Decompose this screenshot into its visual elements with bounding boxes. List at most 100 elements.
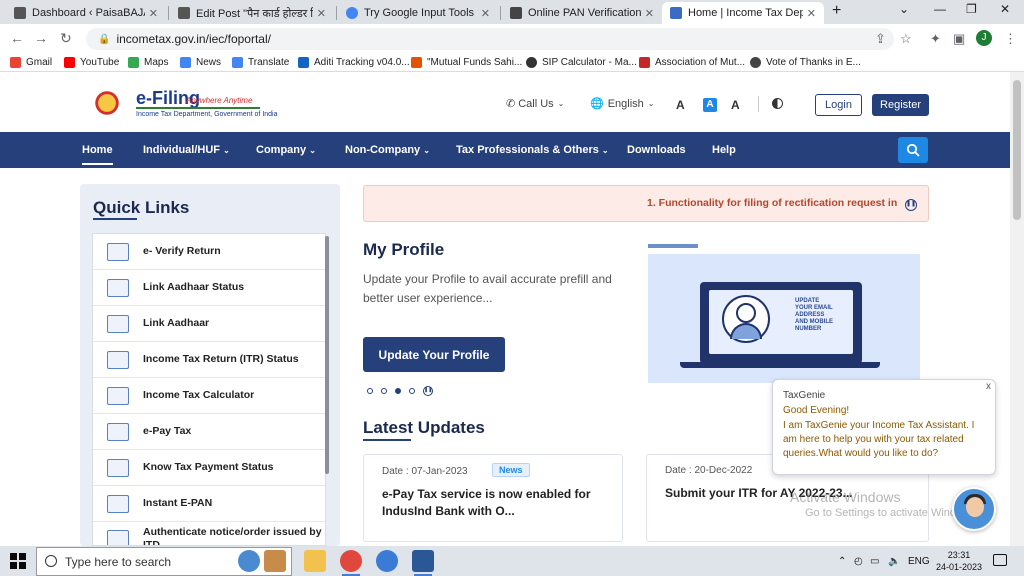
chevron-down-icon: ⌄: [601, 146, 609, 155]
extensions-icon[interactable]: ✦: [930, 31, 941, 47]
pause-icon[interactable]: ❚❚: [905, 199, 917, 211]
reload-icon[interactable]: ↻: [60, 30, 72, 47]
nav-downloads[interactable]: Downloads: [627, 144, 686, 156]
restore-icon[interactable]: ❐: [966, 2, 977, 16]
share-icon[interactable]: ⇪: [875, 31, 886, 47]
globe-app-icon[interactable]: [376, 550, 398, 572]
tab-close-icon[interactable]: ✕: [645, 7, 654, 20]
bookmark-gmail[interactable]: Gmail: [10, 57, 52, 68]
update-profile-button[interactable]: Update Your Profile: [363, 337, 505, 372]
carousel-dot[interactable]: [381, 388, 387, 394]
tab-close-icon[interactable]: ✕: [149, 7, 158, 20]
font-decrease-button[interactable]: A: [676, 98, 685, 112]
battery-icon[interactable]: ▭: [870, 556, 879, 567]
books-icon[interactable]: [264, 550, 286, 572]
register-button[interactable]: Register: [872, 94, 929, 116]
tab-close-icon[interactable]: ✕: [481, 7, 490, 20]
browser-tab[interactable]: Dashboard ‹ PaisaBAJAR.in —✕: [6, 2, 166, 24]
scrollbar-thumb[interactable]: [1013, 80, 1021, 220]
word-icon[interactable]: [412, 550, 434, 576]
quick-link-authenticate[interactable]: Authenticate notice/order issued by ITD: [93, 522, 325, 545]
carousel-dot-active[interactable]: [395, 388, 401, 394]
new-tab-button[interactable]: +: [832, 2, 841, 20]
bookmark-sip[interactable]: SIP Calculator - Ma...: [526, 57, 637, 68]
quick-links-scrollbar[interactable]: [325, 236, 329, 474]
language-indicator[interactable]: ENG: [908, 556, 930, 567]
tab-close-icon[interactable]: ✕: [317, 7, 326, 20]
quick-link-aadhaar[interactable]: Link Aadhaar: [93, 306, 325, 342]
bookmark-youtube[interactable]: YouTube: [64, 57, 119, 68]
carousel-dot[interactable]: [409, 388, 415, 394]
globe-icon: 🌐: [590, 98, 604, 110]
chatbot-avatar[interactable]: [952, 487, 996, 531]
quick-link-epay[interactable]: e-Pay Tax: [93, 414, 325, 450]
quick-link-epan[interactable]: Instant E-PAN: [93, 486, 325, 522]
bookmark-maps[interactable]: Maps: [128, 57, 168, 68]
bookmark-aditi[interactable]: Aditi Tracking v04.0...: [298, 57, 410, 68]
volume-icon[interactable]: 🔈: [888, 556, 900, 567]
meet-icon[interactable]: ◴: [854, 556, 863, 567]
contrast-icon[interactable]: [772, 98, 783, 109]
chrome-icon[interactable]: [340, 550, 362, 576]
verify-icon: [107, 242, 129, 261]
nav-tax-professionals[interactable]: Tax Professionals & Others ⌄: [456, 144, 609, 156]
quick-link-aadhaar-status[interactable]: Link Aadhaar Status: [93, 270, 325, 306]
taskbar-clock[interactable]: 23:31 24-01-2023: [936, 549, 982, 573]
tab-favicon-icon: [178, 7, 190, 19]
monitor-stand: [680, 362, 880, 368]
bookmark-amfi[interactable]: Association of Mut...: [639, 57, 745, 68]
nav-home[interactable]: Home: [82, 144, 113, 165]
notification-icon[interactable]: [993, 554, 1007, 566]
browser-tab[interactable]: Try Google Input Tools onlin✕: [338, 2, 498, 24]
language-select[interactable]: 🌐 English ⌄: [590, 97, 654, 111]
browser-tab[interactable]: Edit Post "पैन कार्ड होल्डर निर्धि✕: [170, 2, 334, 24]
carousel-pause-icon[interactable]: ❚❚: [423, 386, 433, 396]
chat-bot-name: TaxGenie: [783, 390, 826, 401]
bookmark-star-icon[interactable]: ☆: [900, 31, 912, 47]
quick-link-payment-status[interactable]: Know Tax Payment Status: [93, 450, 325, 486]
menu-icon[interactable]: ⋮: [1004, 31, 1017, 47]
bookmark-vote[interactable]: Vote of Thanks in E...: [750, 57, 861, 68]
bookmark-mutual-funds[interactable]: "Mutual Funds Sahi...: [411, 57, 522, 68]
font-increase-button[interactable]: A: [731, 98, 740, 112]
tab-close-icon[interactable]: ✕: [807, 7, 816, 20]
profile-avatar[interactable]: J: [976, 30, 992, 46]
nav-non-company[interactable]: Non-Company ⌄: [345, 144, 430, 156]
quick-link-itr-status[interactable]: Income Tax Return (ITR) Status: [93, 342, 325, 378]
close-window-icon[interactable]: ✕: [1000, 2, 1010, 16]
banner-logo-strip: [648, 244, 698, 248]
maps-icon: [128, 57, 139, 68]
browser-tab-active[interactable]: Home | Income Tax Departm✕: [662, 2, 824, 24]
globe-icon: [750, 57, 761, 68]
bookmark-translate[interactable]: Translate: [232, 57, 289, 68]
browser-tab[interactable]: Online PAN Verification ✕: [502, 2, 662, 24]
search-button[interactable]: [898, 137, 928, 163]
quick-link-e-verify[interactable]: e- Verify Return: [93, 234, 325, 270]
weather-widget-icon[interactable]: [238, 550, 260, 572]
chevron-down-icon: ⌄: [557, 99, 565, 108]
forward-icon[interactable]: →: [34, 30, 48, 46]
login-button[interactable]: Login: [815, 94, 862, 116]
emblem-logo[interactable]: [84, 86, 130, 120]
call-us-menu[interactable]: ✆ Call Us ⌄: [506, 97, 565, 111]
update-text[interactable]: e-Pay Tax service is now enabled for Ind…: [382, 486, 610, 520]
nav-help[interactable]: Help: [712, 144, 736, 156]
chevron-up-icon[interactable]: ⌃: [838, 556, 846, 567]
close-icon[interactable]: x: [986, 381, 991, 392]
nav-individual-huf[interactable]: Individual/HUF ⌄: [143, 144, 230, 156]
back-icon[interactable]: ←: [10, 30, 24, 46]
file-explorer-icon[interactable]: [304, 550, 326, 572]
quick-link-calculator[interactable]: Income Tax Calculator: [93, 378, 325, 414]
chevron-down-icon: ⌄: [223, 146, 230, 155]
windows-start-icon[interactable]: [10, 553, 26, 569]
carousel-dot[interactable]: [367, 388, 373, 394]
logo-tagline: Anywhere Anytime: [186, 96, 253, 105]
url-field[interactable]: 🔒 incometax.gov.in/iec/foportal/: [86, 28, 894, 50]
nav-company[interactable]: Company ⌄: [256, 144, 316, 156]
ticker-text[interactable]: 1. Functionality for filing of rectifica…: [647, 197, 897, 209]
side-panel-icon[interactable]: ▣: [953, 31, 965, 47]
tab-search-icon[interactable]: ⌄: [899, 2, 909, 16]
font-normal-button[interactable]: A: [703, 98, 717, 112]
minimize-icon[interactable]: —: [934, 2, 946, 16]
bookmark-news[interactable]: News: [180, 57, 221, 68]
